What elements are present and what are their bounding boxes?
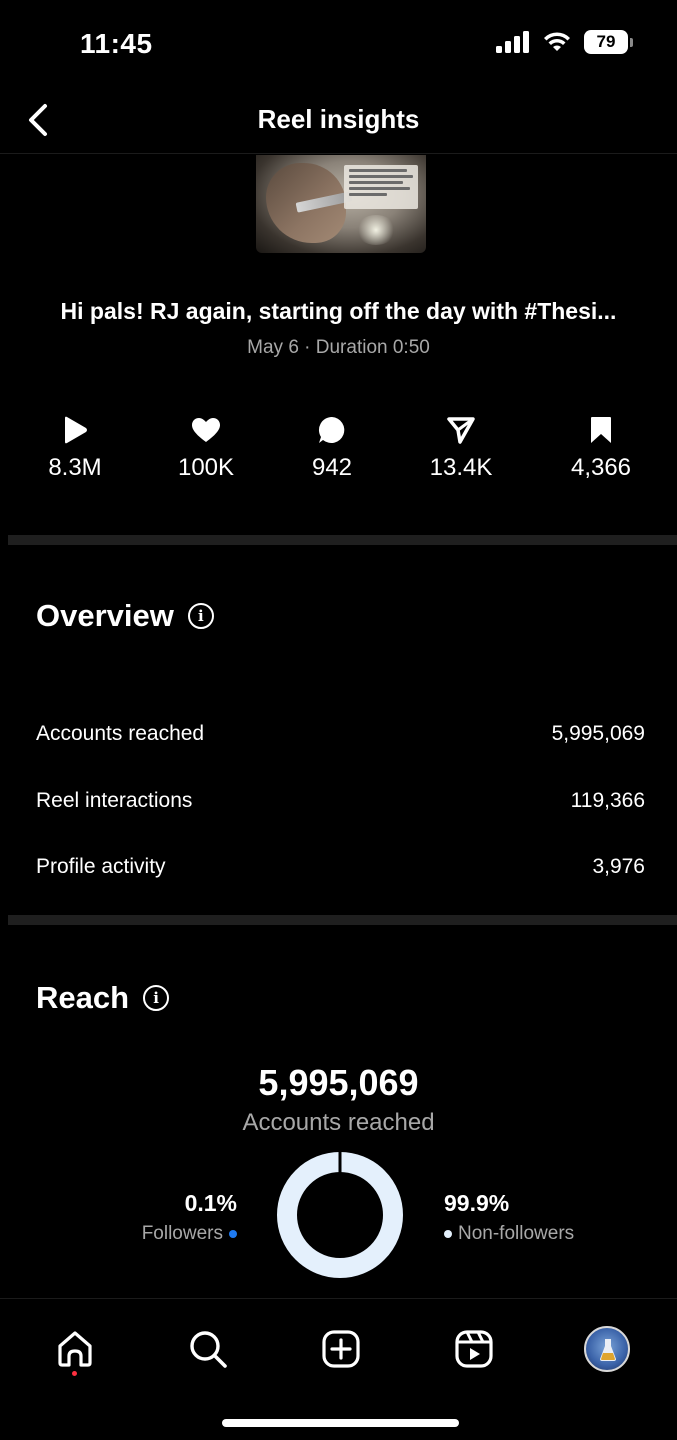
section-divider: [8, 915, 677, 925]
reel-caption: Hi pals! RJ again, starting off the day …: [60, 298, 617, 324]
likes-count: 100K: [177, 454, 235, 481]
stat-likes: 100K: [141, 414, 271, 482]
followers-percent: 0.1%: [184, 1190, 237, 1216]
thumbnail-text-overlay: [344, 165, 418, 209]
overview-row-profile-activity[interactable]: Profile activity 3,976: [36, 855, 645, 879]
battery-tip: [630, 37, 633, 47]
stat-shares: 13.4K: [396, 414, 526, 482]
create-icon: [322, 1330, 360, 1368]
tab-home[interactable]: [47, 1321, 103, 1377]
engagement-stats: 8.3M 100K 942 13.4K 4,366: [0, 414, 677, 494]
comment-icon: [318, 416, 345, 443]
overview-heading: Overview i: [36, 598, 214, 634]
flask-icon: [600, 1339, 616, 1361]
nav-header: Reel insights: [0, 90, 677, 154]
status-icons: 79: [496, 30, 633, 54]
cellular-signal-icon: [496, 31, 529, 53]
section-divider: [8, 535, 677, 545]
home-icon: [58, 1331, 92, 1367]
saves-count: 4,366: [570, 454, 632, 481]
non-followers-percent: 99.9%: [444, 1190, 510, 1216]
reach-total: 5,995,069: [258, 1062, 419, 1103]
info-icon[interactable]: i: [187, 603, 214, 629]
metric-label: Accounts reached: [36, 722, 205, 745]
non-followers-label: Non-followers: [458, 1223, 575, 1244]
reach-total-label: Accounts reached: [242, 1109, 435, 1136]
donut-non-followers-segment: [277, 1152, 403, 1278]
thumbnail-glare: [356, 215, 396, 245]
profile-avatar: [584, 1326, 630, 1372]
wifi-icon: [544, 32, 570, 51]
home-indicator: [222, 1419, 459, 1427]
reels-icon: [455, 1330, 493, 1368]
search-icon: [190, 1331, 227, 1368]
tab-profile[interactable]: [579, 1321, 635, 1377]
reach-donut-chart: [277, 1152, 403, 1278]
tab-search[interactable]: [180, 1321, 236, 1377]
stat-saves: 4,366: [536, 414, 666, 482]
play-icon: [65, 416, 87, 444]
shares-count: 13.4K: [429, 454, 493, 481]
tab-create[interactable]: [313, 1321, 369, 1377]
plays-count: 8.3M: [48, 454, 102, 481]
reach-heading: Reach i: [36, 980, 170, 1016]
battery-level: 79: [584, 30, 628, 54]
metric-label: Profile activity: [36, 855, 166, 878]
overview-title: Overview: [36, 598, 174, 633]
status-time: 11:45: [80, 28, 153, 59]
send-icon: [447, 417, 475, 444]
reach-title: Reach: [36, 980, 130, 1015]
info-icon[interactable]: i: [143, 985, 170, 1011]
metric-value: 5,995,069: [551, 722, 645, 745]
non-followers-legend-dot: [444, 1230, 452, 1238]
followers-legend-dot: [229, 1230, 237, 1238]
metric-label: Reel interactions: [36, 789, 193, 812]
stat-comments: 942: [267, 414, 397, 482]
comments-count: 942: [311, 454, 353, 481]
stat-plays: 8.3M: [10, 414, 140, 482]
metric-value: 119,366: [570, 789, 645, 812]
overview-row-reel-interactions[interactable]: Reel interactions 119,366: [36, 789, 645, 813]
battery-indicator: 79: [584, 30, 633, 54]
overview-row-accounts-reached[interactable]: Accounts reached 5,995,069: [36, 722, 645, 746]
metric-value: 3,976: [592, 855, 645, 878]
tab-reels[interactable]: [446, 1321, 502, 1377]
legend-non-followers: 99.9% Non-followers: [444, 1190, 574, 1245]
home-notification-dot: [72, 1371, 77, 1376]
reel-thumbnail[interactable]: [256, 155, 426, 253]
bookmark-icon: [591, 417, 611, 443]
heart-icon: [192, 418, 220, 442]
followers-label: Followers: [141, 1223, 223, 1244]
status-bar: 11:45 79: [0, 0, 677, 90]
page-title: Reel insights: [257, 104, 420, 134]
reel-meta: May 6 · Duration 0:50: [247, 337, 430, 358]
legend-followers: 0.1% Followers: [142, 1190, 237, 1245]
